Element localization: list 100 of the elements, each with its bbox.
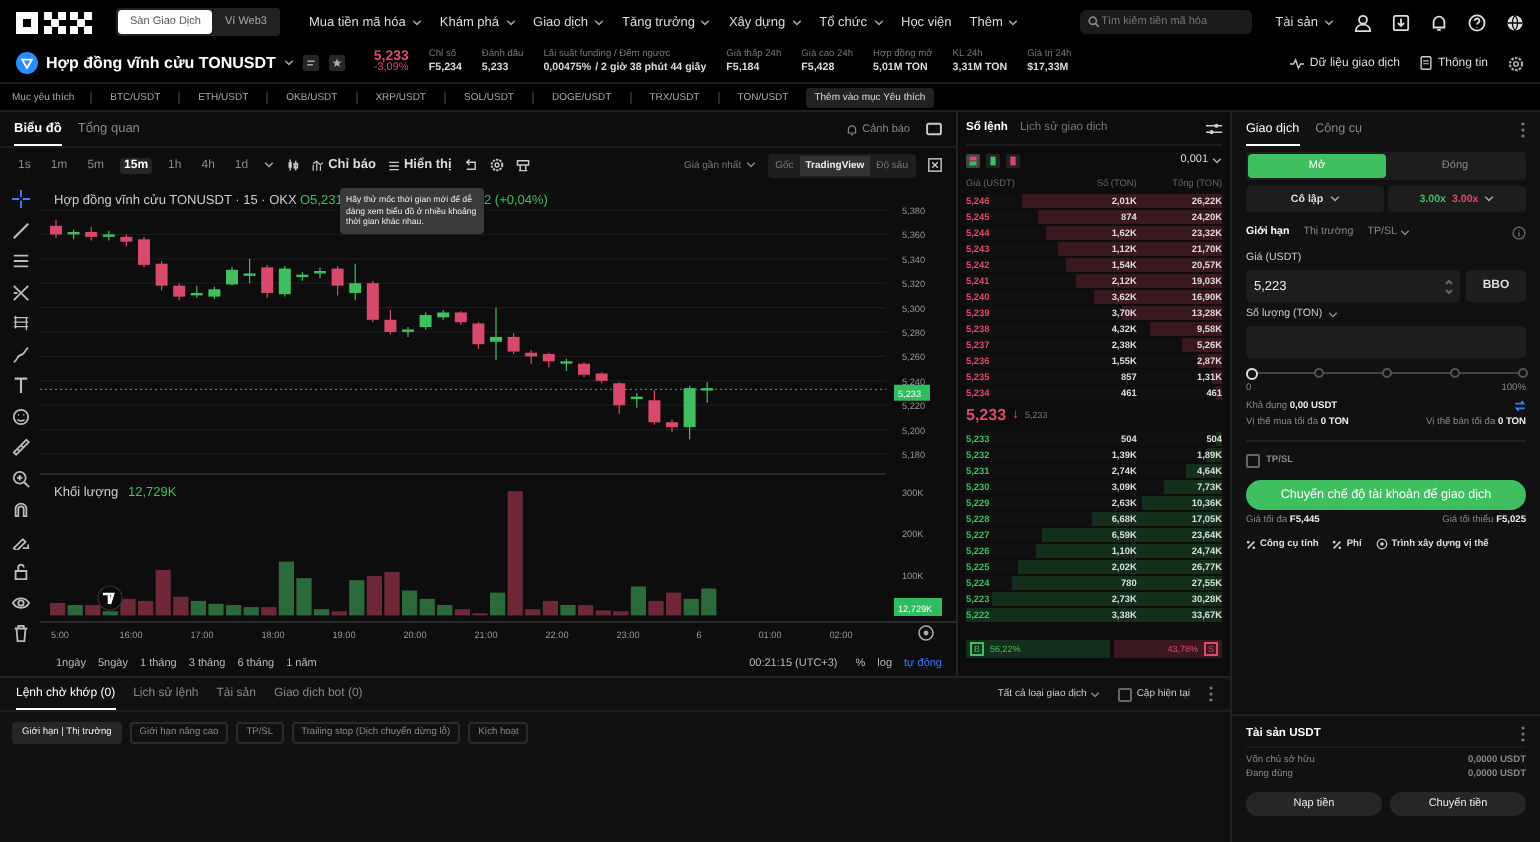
- caret-icon[interactable]: [264, 162, 275, 168]
- candle: [50, 219, 62, 239]
- line-tool-icon[interactable]: [11, 221, 29, 239]
- fibonacci-icon[interactable]: [11, 314, 29, 332]
- lock-icon[interactable]: [11, 562, 29, 580]
- caret-icon: [1324, 19, 1334, 25]
- candle: [384, 309, 397, 336]
- star-icon[interactable]: [327, 54, 346, 72]
- candle: [331, 265, 344, 296]
- asks-view-icon[interactable]: [1006, 153, 1020, 167]
- candle: [120, 233, 133, 248]
- chat-icon[interactable]: [301, 54, 320, 72]
- document-icon: [1419, 56, 1432, 70]
- caret-icon: [594, 19, 604, 25]
- fullscreen-icon[interactable]: [928, 158, 942, 172]
- candle: [208, 286, 221, 300]
- swap-icon[interactable]: [1514, 400, 1526, 412]
- settings-icon[interactable]: [489, 158, 504, 172]
- caret-icon: [505, 19, 516, 25]
- globe-icon[interactable]: [1506, 13, 1524, 31]
- candle: [349, 263, 362, 301]
- brush-icon[interactable]: [11, 345, 29, 363]
- candle: [278, 265, 291, 298]
- indicator-icon: [312, 159, 325, 171]
- candle: [67, 228, 80, 240]
- candle: [472, 321, 485, 350]
- amount-slider[interactable]: [1250, 368, 1522, 378]
- candle: [261, 264, 274, 299]
- more-icon[interactable]: [1520, 121, 1526, 137]
- magnet-icon[interactable]: [11, 500, 29, 518]
- stepper-icon: [1444, 277, 1454, 295]
- smiley-icon[interactable]: [11, 407, 29, 425]
- list-icon: [387, 159, 400, 171]
- contract-title[interactable]: Hợp đồng vĩnh cửu TONUSDT: [46, 54, 276, 72]
- caret-icon: [411, 19, 422, 25]
- parallel-lines-icon[interactable]: [11, 252, 29, 270]
- text-tool-icon[interactable]: [11, 376, 29, 394]
- candle: [701, 381, 714, 404]
- candle: [560, 358, 573, 372]
- checkbox[interactable]: [1246, 454, 1260, 468]
- user-icon[interactable]: [1354, 13, 1372, 31]
- candle: [419, 311, 432, 331]
- caret-icon: [745, 162, 756, 168]
- caret-icon: [1328, 311, 1339, 317]
- settings-icon[interactable]: [918, 625, 934, 641]
- tradingview-logo-icon: [97, 585, 123, 611]
- candle: [630, 392, 643, 409]
- ruler-icon[interactable]: [11, 438, 29, 456]
- candle: [173, 282, 186, 301]
- candle: [366, 280, 379, 323]
- download-icon[interactable]: [1392, 13, 1410, 31]
- candle: [542, 352, 555, 368]
- template-icon[interactable]: [515, 158, 530, 172]
- layout-icon[interactable]: [926, 122, 942, 136]
- more-icon[interactable]: [1208, 686, 1214, 702]
- search-icon: [1087, 16, 1100, 28]
- candle: [102, 230, 115, 242]
- candle: [296, 271, 309, 282]
- candle: [490, 307, 502, 361]
- replay-icon[interactable]: [463, 158, 478, 172]
- candle: [314, 266, 326, 279]
- target-icon: [1375, 538, 1388, 550]
- zoom-in-icon[interactable]: [11, 469, 29, 487]
- caret-icon: [1090, 691, 1101, 697]
- candle: [437, 309, 450, 321]
- bell-icon[interactable]: [1430, 13, 1448, 31]
- bids-view-icon[interactable]: [986, 153, 1000, 167]
- pitchfork-icon[interactable]: [11, 283, 29, 301]
- both-sides-view-icon[interactable]: [966, 153, 980, 167]
- caret-icon: [700, 19, 711, 25]
- caret-icon[interactable]: [283, 60, 294, 66]
- candle: [226, 266, 238, 287]
- candle: [525, 349, 538, 365]
- candle: [243, 258, 256, 284]
- crosshair-icon[interactable]: [11, 190, 29, 208]
- checkbox[interactable]: [1118, 687, 1133, 701]
- candles-icon[interactable]: [286, 158, 301, 172]
- slider-thumb[interactable]: [1246, 367, 1258, 379]
- candle: [613, 381, 626, 415]
- candle: [155, 260, 168, 292]
- candle: [138, 236, 150, 268]
- more-icon[interactable]: [1520, 726, 1526, 742]
- caret-icon: [873, 19, 883, 25]
- info-icon[interactable]: [1512, 225, 1526, 239]
- trash-icon[interactable]: [11, 624, 29, 642]
- caret-icon: [791, 19, 802, 25]
- candle: [507, 332, 520, 355]
- candle: [85, 226, 98, 242]
- coin-icon: [16, 52, 38, 74]
- logo-icon[interactable]: [16, 11, 92, 33]
- settings-icon[interactable]: [1508, 55, 1524, 71]
- pulse-icon: [1289, 57, 1304, 69]
- help-icon[interactable]: [1468, 13, 1486, 31]
- candle: [190, 285, 203, 299]
- candle: [578, 361, 590, 378]
- bell-icon: [846, 123, 859, 135]
- sliders-icon[interactable]: [1206, 121, 1222, 135]
- caret-icon: [1484, 196, 1495, 202]
- eye-icon[interactable]: [11, 593, 29, 611]
- candle: [454, 310, 467, 326]
